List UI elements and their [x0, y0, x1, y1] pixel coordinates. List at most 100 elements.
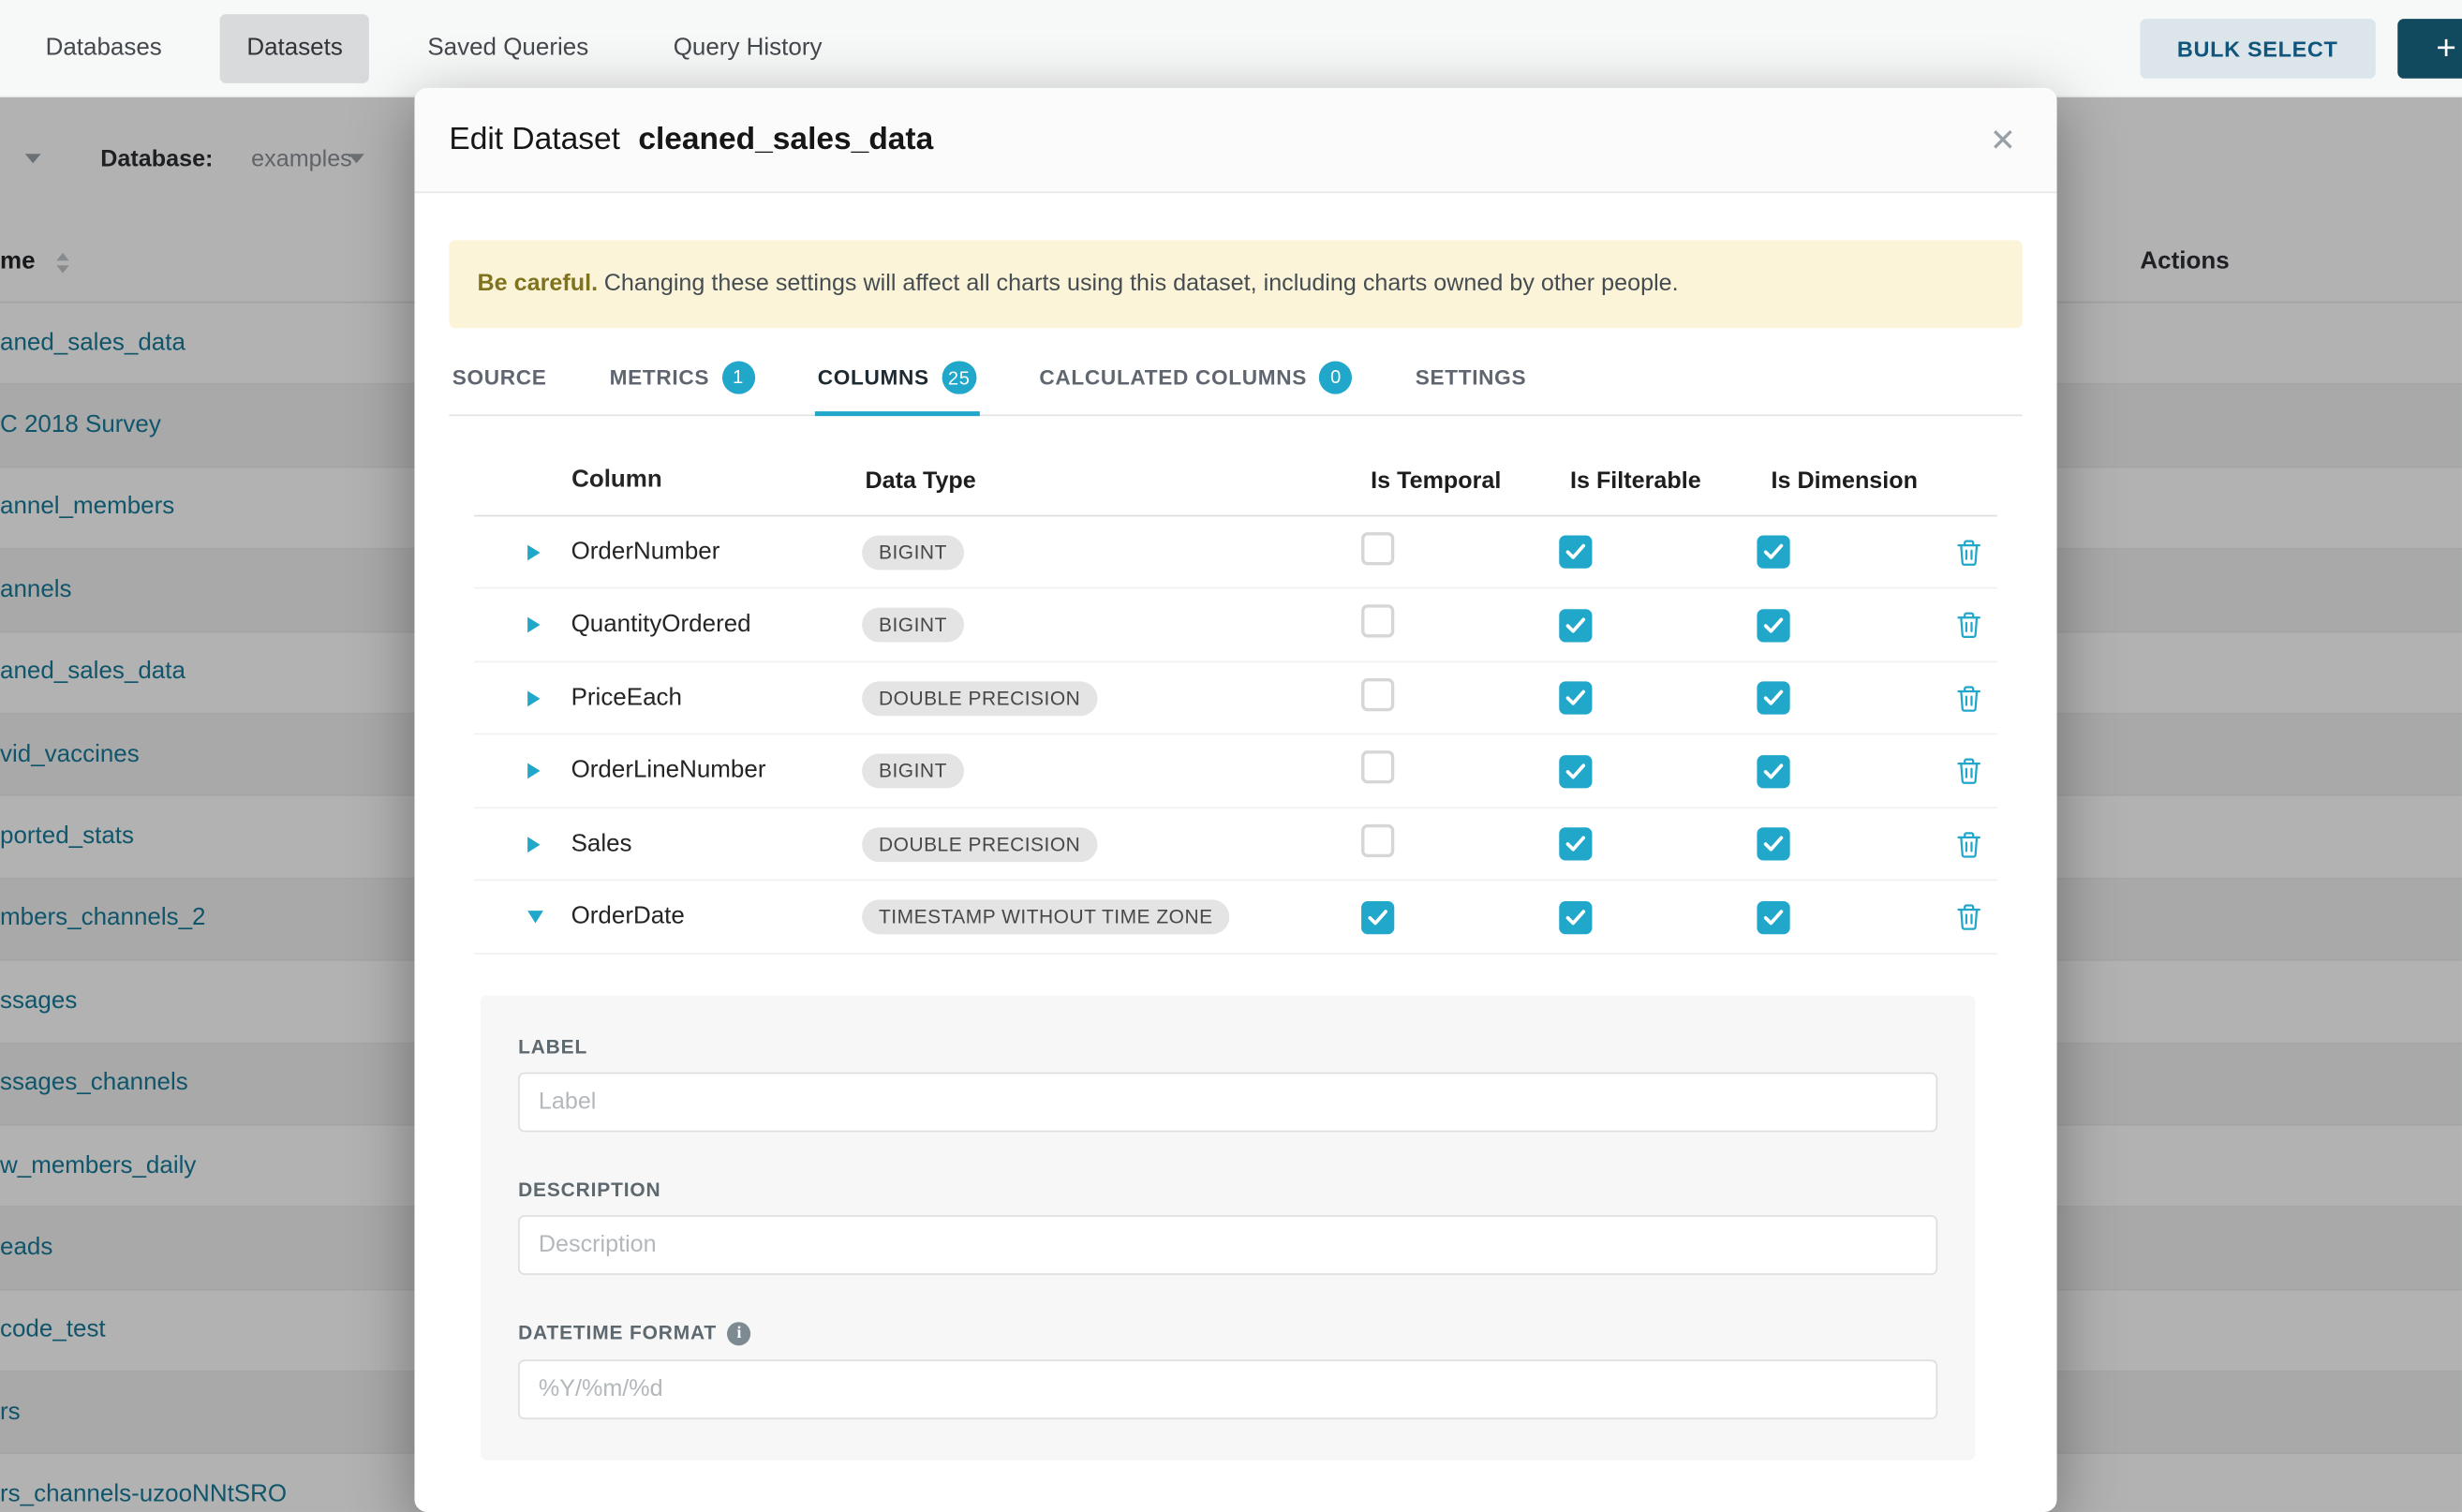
modal-tab-settings[interactable]: SETTINGS: [1412, 351, 1529, 414]
description-field: DESCRIPTION: [518, 1178, 1937, 1274]
columns-table: Column Data Type Is Temporal Is Filterab…: [474, 447, 1997, 954]
is-dimension-header: Is Dimension: [1772, 467, 1973, 494]
column-row: OrderLineNumber BIGINT: [474, 735, 1997, 808]
expand-toggle[interactable]: [474, 690, 571, 706]
is-temporal-checkbox[interactable]: [1361, 900, 1394, 933]
description-field-title: DESCRIPTION: [518, 1178, 1937, 1200]
caret-icon: [527, 617, 540, 633]
is-dimension-checkbox[interactable]: [1758, 754, 1790, 787]
caret-icon: [527, 763, 540, 779]
datetime-format-field-title: DATETIME FORMAT i: [518, 1322, 1937, 1345]
is-filterable-checkbox[interactable]: [1559, 681, 1592, 714]
column-data-type: DOUBLE PRECISION: [862, 681, 1362, 716]
delete-column-icon[interactable]: [1956, 684, 1981, 712]
modal-title: Edit Dataset cleaned_sales_data: [449, 122, 933, 158]
is-dimension-checkbox[interactable]: [1758, 900, 1790, 933]
modal-header: Edit Dataset cleaned_sales_data ✕: [414, 88, 2056, 193]
is-temporal-header: Is Temporal: [1371, 467, 1570, 494]
caret-icon: [527, 544, 540, 560]
is-filterable-checkbox[interactable]: [1559, 536, 1592, 569]
data-type-pill: BIGINT: [862, 535, 965, 570]
is-filterable-checkbox[interactable]: [1559, 754, 1592, 787]
topnav-tab-databases[interactable]: Databases: [19, 13, 188, 82]
is-filterable-checkbox[interactable]: [1559, 900, 1592, 933]
description-input[interactable]: [518, 1215, 1937, 1275]
data-type-pill: DOUBLE PRECISION: [862, 826, 1098, 861]
data-type-header: Data Type: [865, 467, 1371, 494]
is-temporal-checkbox[interactable]: [1361, 677, 1394, 710]
caret-icon: [527, 911, 543, 923]
label-field: LABEL: [518, 1036, 1937, 1132]
columns-table-header: Column Data Type Is Temporal Is Filterab…: [474, 447, 1997, 516]
modal-tab-metrics[interactable]: METRICS 1: [606, 351, 758, 414]
column-row: QuantityOrdered BIGINT: [474, 589, 1997, 662]
column-name: QuantityOrdered: [571, 611, 862, 639]
data-type-pill: DOUBLE PRECISION: [862, 681, 1098, 716]
modal-body: Be careful.Changing these settings will …: [414, 193, 2056, 1460]
data-type-pill: BIGINT: [862, 608, 965, 643]
column-data-type: TIMESTAMP WITHOUT TIME ZONE: [862, 899, 1362, 934]
top-navbar: Databases Datasets Saved Queries Query Hist…: [0, 0, 2462, 97]
expand-toggle[interactable]: [474, 617, 571, 633]
expand-toggle[interactable]: [474, 911, 571, 923]
topnav-tab-datasets[interactable]: Datasets: [220, 13, 370, 82]
data-type-pill: BIGINT: [862, 753, 965, 788]
column-row: Sales DOUBLE PRECISION: [474, 808, 1997, 882]
modal-tabs: SOURCE METRICS 1 COLUMNS 25 CALCULATED C…: [449, 351, 2022, 416]
modal-tab-columns[interactable]: COLUMNS 25: [814, 351, 979, 416]
column-row: PriceEach DOUBLE PRECISION: [474, 662, 1997, 735]
expand-toggle[interactable]: [474, 836, 571, 852]
caret-icon: [527, 690, 540, 706]
warning-bold-text: Be careful.: [478, 270, 599, 296]
column-data-type: DOUBLE PRECISION: [862, 826, 1362, 861]
add-dataset-button[interactable]: +: [2397, 18, 2462, 78]
column-name: Sales: [571, 830, 862, 858]
column-row: OrderNumber BIGINT: [474, 516, 1997, 589]
close-icon[interactable]: ✕: [1983, 114, 2023, 166]
topnav-tab-query-history[interactable]: Query History: [646, 13, 849, 82]
warning-text: Changing these settings will affect all …: [604, 270, 1679, 296]
columns-table-body: OrderNumber BIGINT QuantityOrdered BIGIN…: [474, 516, 1997, 955]
delete-column-icon[interactable]: [1956, 903, 1981, 931]
modal-title-dataset-name: cleaned_sales_data: [638, 122, 933, 156]
is-temporal-checkbox[interactable]: [1361, 823, 1394, 856]
datetime-format-field: DATETIME FORMAT i: [518, 1322, 1937, 1419]
column-detail-panel: LABEL DESCRIPTION DATETIME FORMAT i: [481, 995, 1976, 1460]
is-temporal-checkbox[interactable]: [1361, 750, 1394, 783]
is-dimension-checkbox[interactable]: [1758, 608, 1790, 641]
is-dimension-checkbox[interactable]: [1758, 536, 1790, 569]
column-data-type: BIGINT: [862, 535, 1362, 570]
delete-column-icon[interactable]: [1956, 830, 1981, 858]
count-badge: 0: [1319, 361, 1352, 393]
expand-toggle[interactable]: [474, 544, 571, 560]
data-type-pill: TIMESTAMP WITHOUT TIME ZONE: [862, 899, 1230, 934]
expand-toggle[interactable]: [474, 763, 571, 779]
delete-column-icon[interactable]: [1956, 538, 1981, 566]
screen: Databases Datasets Saved Queries Query Hist…: [0, 0, 2462, 1512]
label-field-title: LABEL: [518, 1036, 1937, 1058]
is-dimension-checkbox[interactable]: [1758, 827, 1790, 860]
is-temporal-checkbox[interactable]: [1361, 531, 1394, 564]
is-dimension-checkbox[interactable]: [1758, 681, 1790, 714]
datetime-format-input[interactable]: [518, 1359, 1937, 1419]
modal-title-prefix: Edit Dataset: [449, 122, 620, 156]
warning-banner: Be careful.Changing these settings will …: [449, 240, 2022, 327]
topnav-tab-saved-queries[interactable]: Saved Queries: [401, 13, 616, 82]
column-header: Column: [571, 467, 865, 495]
column-name: OrderDate: [571, 903, 862, 931]
is-temporal-checkbox[interactable]: [1361, 604, 1394, 637]
column-data-type: BIGINT: [862, 608, 1362, 643]
label-input[interactable]: [518, 1072, 1937, 1132]
topnav-tabs: Databases Datasets Saved Queries Query Hist…: [19, 0, 880, 96]
delete-column-icon[interactable]: [1956, 611, 1981, 639]
column-data-type: BIGINT: [862, 753, 1362, 788]
count-badge: 1: [722, 361, 755, 393]
modal-tab-calculated-columns[interactable]: CALCULATED COLUMNS 0: [1036, 351, 1356, 414]
info-icon[interactable]: i: [728, 1322, 751, 1345]
is-filterable-checkbox[interactable]: [1559, 608, 1592, 641]
delete-column-icon[interactable]: [1956, 757, 1981, 785]
column-name: OrderNumber: [571, 538, 862, 566]
bulk-select-button[interactable]: BULK SELECT: [2140, 18, 2376, 78]
modal-tab-source[interactable]: SOURCE: [449, 351, 550, 414]
is-filterable-checkbox[interactable]: [1559, 827, 1592, 860]
